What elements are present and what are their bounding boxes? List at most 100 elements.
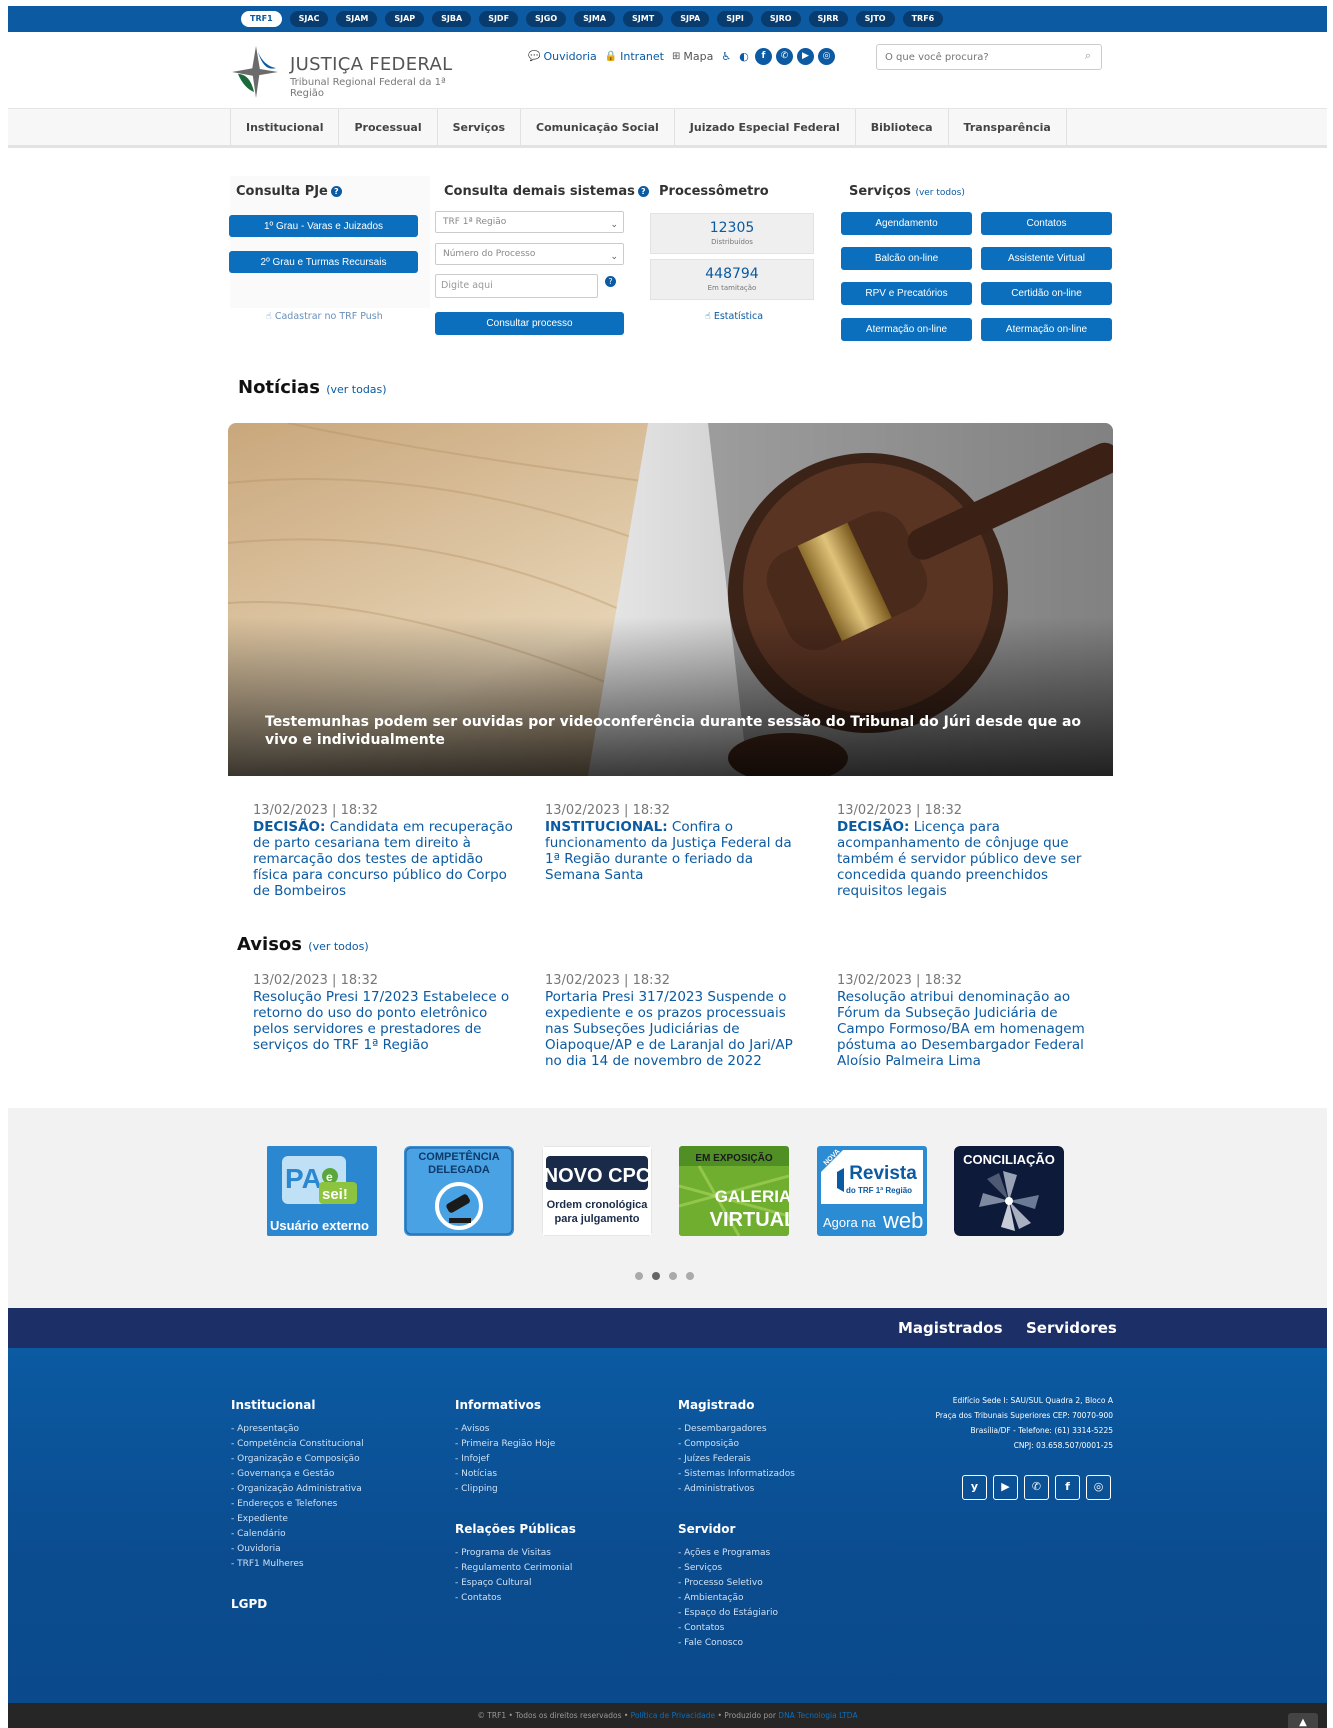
carousel-dot-active[interactable] (652, 1272, 660, 1280)
yammer-icon[interactable]: y (962, 1475, 987, 1500)
rpv-precatorios-button[interactable]: RPV e Precatórios (841, 282, 972, 305)
servidores-link[interactable]: Servidores (1026, 1319, 1117, 1337)
trf-push-link[interactable]: ☝ Cadastrar no TRF Push (266, 311, 383, 322)
nav-item-institucional[interactable]: Institucional (230, 109, 338, 146)
footer-link[interactable]: - Desembargadores (678, 1422, 795, 1437)
help-icon[interactable]: ? (637, 186, 649, 197)
intranet-link[interactable]: 🔒 Intranet (605, 50, 664, 63)
site-link-sjmt[interactable]: SJMT (623, 11, 664, 27)
site-link-trf1[interactable]: TRF1 (241, 11, 282, 27)
site-logo[interactable]: JUSTIÇA FEDERAL Tribunal Regional Federa… (230, 44, 480, 100)
footer-link[interactable]: - Programa de Visitas (455, 1546, 576, 1561)
site-link-sjam[interactable]: SJAM (336, 11, 378, 27)
footer-link[interactable]: - Regulamento Cerimonial (455, 1561, 576, 1576)
nav-item-transparencia[interactable]: Transparência (947, 109, 1067, 146)
footer-link[interactable]: - Clipping (455, 1482, 576, 1497)
site-link-sjma[interactable]: SJMA (574, 11, 616, 27)
footer-link[interactable]: - Juízes Federais (678, 1452, 795, 1467)
privacy-policy-link[interactable]: Política de Privacidade (631, 1711, 715, 1720)
avisos-ver-todos-link[interactable]: (ver todos) (308, 940, 368, 953)
footer-link[interactable]: - Organização Administrativa (231, 1482, 364, 1497)
help-icon[interactable]: ? (330, 186, 342, 197)
nav-item-processual[interactable]: Processual (338, 109, 436, 146)
processo-input[interactable]: Digite aqui (435, 274, 598, 298)
footer-link[interactable]: - Calendário (231, 1527, 364, 1542)
footer-link[interactable]: - TRF1 Mulheres (231, 1557, 364, 1572)
footer-link[interactable]: - Primeira Região Hoje (455, 1437, 576, 1452)
consultar-processo-button[interactable]: Consultar processo (435, 312, 624, 335)
footer-link[interactable]: - Organização e Composição (231, 1452, 364, 1467)
news-item[interactable]: 13/02/2023 | 18:32 INSTITUCIONAL: Confir… (545, 803, 805, 883)
site-link-sjto[interactable]: SJTO (855, 11, 895, 27)
dna-tecnologia-link[interactable]: DNA Tecnologia LTDA (778, 1711, 857, 1720)
aviso-item[interactable]: 13/02/2023 | 18:32 Portaria Presi 317/20… (545, 973, 805, 1069)
regiao-select[interactable]: TRF 1ª Região ⌄ (435, 211, 624, 233)
site-link-sjgo[interactable]: SJGO (526, 11, 567, 27)
atermacao-online-button[interactable]: Atermação on-line (841, 318, 972, 341)
pje-1grau-button[interactable]: 1º Grau - Varas e Juizados (229, 215, 418, 237)
nav-item-biblioteca[interactable]: Biblioteca (854, 109, 948, 146)
aviso-item[interactable]: 13/02/2023 | 18:32 Resolução Presi 17/20… (253, 973, 513, 1053)
footer-link[interactable]: - Notícias (455, 1467, 576, 1482)
pje-2grau-button[interactable]: 2º Grau e Turmas Recursais (229, 251, 418, 273)
search-icon[interactable]: ⌕ (1085, 49, 1091, 63)
carousel-dot[interactable] (686, 1272, 694, 1280)
tipo-consulta-select[interactable]: Número do Processo ⌄ (435, 243, 624, 265)
whatsapp-icon[interactable]: ✆ (776, 48, 793, 65)
footer-link[interactable]: - Processo Seletivo (678, 1576, 795, 1591)
banner-competencia-delegada[interactable]: COMPETÊNCIA DELEGADA (404, 1146, 514, 1236)
banner-revista-trf1[interactable]: NOVA Revista do TRF 1ª Região Agora na w… (817, 1146, 927, 1236)
footer-link[interactable]: - Serviços (678, 1561, 795, 1576)
footer-link[interactable]: - Avisos (455, 1422, 576, 1437)
footer-link[interactable]: - Expediente (231, 1512, 364, 1527)
site-link-sjro[interactable]: SJRO (760, 11, 801, 27)
mapa-link[interactable]: ⊞ Mapa (672, 50, 713, 63)
banner-novo-cpc[interactable]: NOVO CPC Ordem cronológica para julgamen… (542, 1146, 652, 1236)
footer-link[interactable]: - Composição (678, 1437, 795, 1452)
news-item[interactable]: 13/02/2023 | 18:32 DECISÃO: Candidata em… (253, 803, 513, 899)
help-icon[interactable]: ? (605, 276, 616, 287)
site-link-sjpa[interactable]: SJPA (671, 11, 710, 27)
footer-link[interactable]: - Endereços e Telefones (231, 1497, 364, 1512)
ouvidoria-link[interactable]: 💬 Ouvidoria (528, 50, 597, 63)
assistente-virtual-button[interactable]: Assistente Virtual (981, 247, 1112, 270)
footer-link[interactable]: - Fale Conosco (678, 1636, 795, 1651)
news-item[interactable]: 13/02/2023 | 18:32 DECISÃO: Licença para… (837, 803, 1097, 899)
banner-conciliacao[interactable]: CONCILIAÇÃO (954, 1146, 1064, 1236)
facebook-icon[interactable]: f (1055, 1475, 1080, 1500)
banner-galeria-virtual[interactable]: EM EXPOSIÇÃO GALERIA VIRTUAL (679, 1146, 789, 1236)
noticias-ver-todas-link[interactable]: (ver todas) (326, 383, 386, 396)
footer-link[interactable]: - Apresentação (231, 1422, 364, 1437)
featured-news-title[interactable]: Testemunhas podem ser ouvidas por videoc… (265, 713, 1085, 749)
certidao-online-button[interactable]: Certidão on-line (981, 282, 1112, 305)
contatos-button[interactable]: Contatos (981, 212, 1112, 235)
footer-link[interactable]: - Contatos (455, 1591, 576, 1606)
nav-item-juizado-especial-federal[interactable]: Juizado Especial Federal (673, 109, 855, 146)
site-link-sjpi[interactable]: SJPI (717, 11, 753, 27)
contrast-icon[interactable]: ◐ (739, 50, 749, 63)
site-link-sjrr[interactable]: SJRR (808, 11, 848, 27)
estatistica-link[interactable]: ☝ Estatística (705, 311, 763, 322)
site-link-sjba[interactable]: SJBA (432, 11, 472, 27)
facebook-icon[interactable]: f (755, 48, 772, 65)
site-link-sjdf[interactable]: SJDF (479, 11, 519, 27)
site-link-trf6[interactable]: TRF6 (902, 11, 944, 27)
footer-link[interactable]: - Administrativos (678, 1482, 795, 1497)
search-input[interactable] (885, 49, 1065, 66)
site-link-sjap[interactable]: SJAP (385, 11, 425, 27)
nav-item-comunicacao-social[interactable]: Comunicação Social (520, 109, 674, 146)
servicos-ver-todos-link[interactable]: (ver todos) (915, 188, 964, 198)
footer-link[interactable]: - Ações e Programas (678, 1546, 795, 1561)
footer-link[interactable]: - Sistemas Informatizados (678, 1467, 795, 1482)
atermacao-online-button-2[interactable]: Atermação on-line (981, 318, 1112, 341)
featured-news-slide[interactable]: Testemunhas podem ser ouvidas por videoc… (228, 423, 1113, 776)
carousel-dot[interactable] (635, 1272, 643, 1280)
footer-link[interactable]: - Governança e Gestão (231, 1467, 364, 1482)
youtube-icon[interactable]: ▶ (993, 1475, 1018, 1500)
aviso-item[interactable]: 13/02/2023 | 18:32 Resolução atribui den… (837, 973, 1097, 1069)
whatsapp-icon[interactable]: ✆ (1024, 1475, 1049, 1500)
footer-link[interactable]: - Competência Constitucional (231, 1437, 364, 1452)
nav-item-servicos[interactable]: Serviços (436, 109, 520, 146)
back-to-top-button[interactable]: ▲ (1288, 1713, 1318, 1728)
footer-link[interactable]: - Ouvidoria (231, 1542, 364, 1557)
